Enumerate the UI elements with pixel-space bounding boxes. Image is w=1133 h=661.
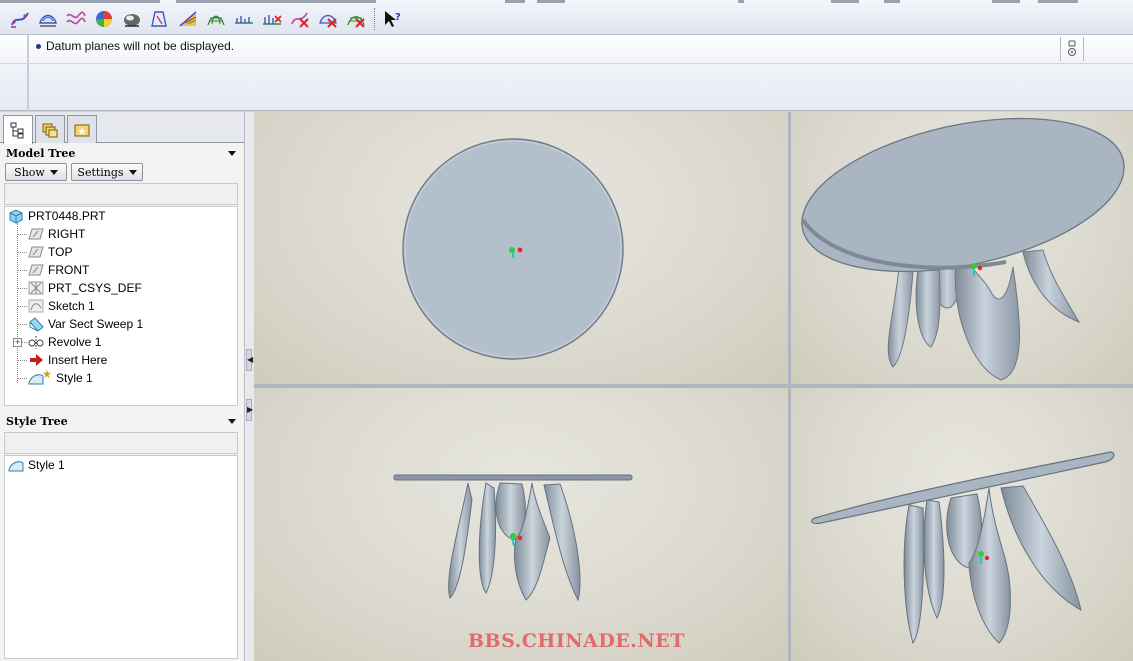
model-tree-header[interactable]: Model Tree [0, 144, 240, 164]
model-tree-buttons: Show Settings [5, 163, 143, 181]
collapse-right-icon[interactable]: ▶ [246, 399, 253, 421]
toolbar-top-edge [0, 0, 1133, 4]
tree-item-label: PRT0448.PRT [28, 209, 106, 223]
watermark-text: BBS.CHINADE.NET [468, 630, 685, 652]
tree-item-label: PRT_CSYS_DEF [48, 281, 142, 295]
message-line: Datum planes will not be displayed. [36, 39, 234, 53]
datum-plane-icon [28, 246, 44, 258]
curve-icon[interactable] [8, 7, 32, 31]
style-tree-item[interactable]: Style 1 [8, 456, 65, 474]
style-tree-filter[interactable] [4, 432, 238, 454]
model-tree-title: Model Tree [6, 147, 76, 160]
model-tree-list: + PRT0448.PRT RIGHT TOP FRONT PRT_CSYS_D… [4, 206, 238, 406]
tree-item-csys[interactable]: PRT_CSYS_DEF [28, 279, 142, 297]
sweep-icon [29, 317, 44, 332]
tree-item-label: Style 1 [56, 371, 93, 385]
viewport-right[interactable] [791, 388, 1133, 661]
reflection-icon[interactable] [176, 7, 200, 31]
settings-dropdown-icon [128, 169, 137, 175]
insert-arrow-icon [30, 354, 43, 366]
navigator-panel: Model Tree Show Settings + PRT0448.PRT R… [0, 112, 244, 661]
datum-plane-icon [28, 264, 44, 276]
tree-item-label: FRONT [48, 263, 90, 277]
svg-text:?: ? [395, 12, 401, 23]
layer-tree-icon [42, 123, 58, 137]
style-icon [8, 461, 24, 472]
section-curve-icon[interactable] [232, 7, 256, 31]
message-expand-button[interactable] [1060, 37, 1084, 61]
revolve-expand-toggle[interactable]: + [13, 338, 22, 347]
datum-plane-icon [28, 228, 44, 240]
show-button-label: Show [14, 165, 45, 179]
tree-item-label: Insert Here [48, 353, 108, 367]
viewport-front[interactable] [254, 388, 788, 661]
tree-item-label: Var Sect Sweep 1 [48, 317, 144, 331]
collapse-left-icon[interactable]: ◀ [246, 349, 253, 371]
model-tree-tab[interactable] [3, 115, 33, 144]
revolve-icon [28, 336, 44, 349]
surface-icon[interactable] [36, 7, 60, 31]
shading-icon[interactable] [120, 7, 144, 31]
part-icon [9, 209, 23, 224]
toolbar-separator [374, 8, 375, 30]
tree-item-revolve[interactable]: Revolve 1 [28, 333, 101, 351]
tree-item-style[interactable]: Style 1 [28, 369, 93, 387]
tree-item-insert-here[interactable]: Insert Here [28, 351, 107, 369]
delete-grid-icon[interactable] [344, 7, 368, 31]
show-button[interactable]: Show [5, 163, 67, 181]
right-view-model [811, 451, 1115, 645]
style-tree-header[interactable]: Style Tree [0, 412, 240, 432]
favorites-tab[interactable] [67, 115, 97, 143]
tree-item-label: Sketch 1 [48, 299, 95, 313]
viewport-top[interactable] [254, 112, 788, 384]
whats-this-icon[interactable]: ? [380, 7, 404, 31]
message-area: Datum planes will not be displayed. [0, 35, 1133, 111]
message-divider [0, 63, 1133, 64]
curvature-color-icon[interactable] [92, 7, 116, 31]
style-tree-menu-icon[interactable] [228, 419, 236, 424]
navigator-tabs [0, 112, 244, 144]
model-tree-icon [10, 122, 24, 139]
delete-curve-icon[interactable] [288, 7, 312, 31]
tree-item-sweep[interactable]: Var Sect Sweep 1 [28, 315, 143, 333]
message-text: Datum planes will not be displayed. [46, 39, 235, 53]
favorites-icon [74, 124, 90, 136]
style-tree-list: Style 1 [4, 455, 238, 659]
tree-item-label: Style 1 [28, 458, 65, 472]
message-gutter [27, 35, 29, 111]
sketch-icon [28, 299, 44, 313]
message-expand-icon [1068, 40, 1076, 56]
tree-item-label: RIGHT [48, 227, 86, 241]
settings-button-label: Settings [77, 165, 124, 179]
panel-splitter[interactable]: ◀ ▶ [244, 112, 254, 661]
layer-tree-tab[interactable] [35, 115, 65, 143]
csys-icon [28, 281, 44, 295]
graphics-area[interactable] [254, 112, 1133, 661]
tree-item-label: TOP [48, 245, 73, 259]
message-bullet-icon [36, 43, 41, 49]
model-tree-filter[interactable] [4, 183, 238, 205]
model-tree-menu-icon[interactable] [228, 151, 236, 156]
tree-item-part[interactable]: PRT0448.PRT [8, 207, 106, 225]
style-toolbar: ? [0, 0, 1133, 35]
viewport-isometric[interactable] [791, 112, 1133, 384]
tree-item-right[interactable]: RIGHT [28, 225, 85, 243]
wave-curve-icon[interactable] [64, 7, 88, 31]
top-view-model [402, 138, 624, 360]
tree-item-sketch[interactable]: Sketch 1 [28, 297, 95, 315]
style-tree-title: Style Tree [6, 415, 68, 428]
modified-star-icon [42, 369, 52, 379]
draft-icon[interactable] [148, 7, 172, 31]
show-dropdown-icon [49, 169, 58, 175]
isometric-view-model [801, 117, 1125, 381]
offset-curve-icon[interactable] [260, 7, 284, 31]
front-view-model [393, 474, 633, 602]
settings-button[interactable]: Settings [71, 163, 143, 181]
tree-item-front[interactable]: FRONT [28, 261, 89, 279]
delete-surface-icon[interactable] [316, 7, 340, 31]
tree-item-label: Revolve 1 [48, 335, 102, 349]
grid-surface-icon[interactable] [204, 7, 228, 31]
tree-item-top[interactable]: TOP [28, 243, 72, 261]
